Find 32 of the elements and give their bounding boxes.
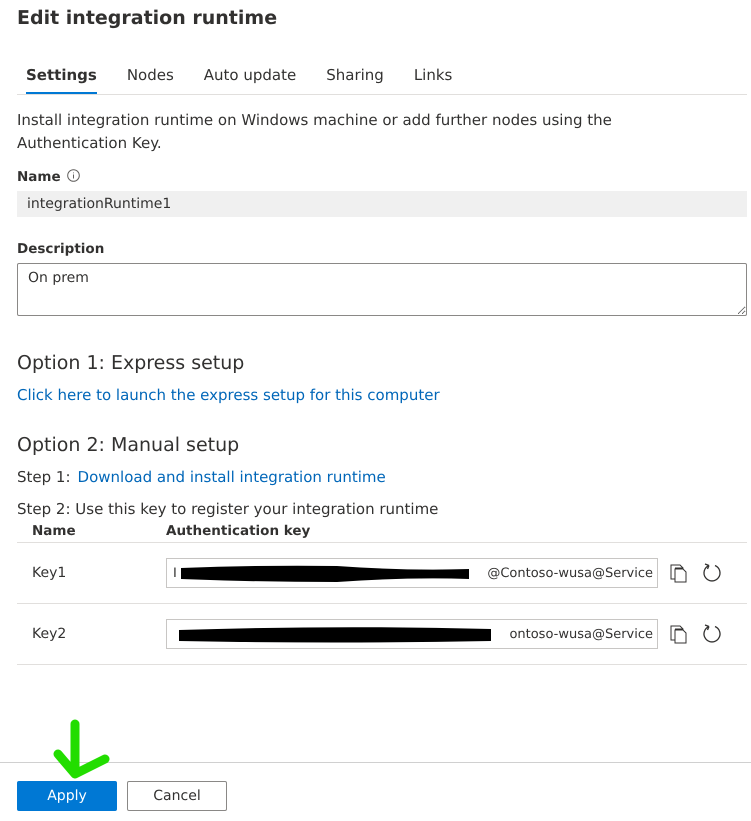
- info-icon: [66, 169, 80, 182]
- column-header: Authentication key: [166, 523, 312, 539]
- description-field[interactable]: On prem: [17, 263, 747, 316]
- cancel-button[interactable]: Cancel: [127, 781, 227, 811]
- tab[interactable]: Nodes: [126, 61, 174, 94]
- key-text: ontoso-wusa@Service: [509, 626, 653, 642]
- refresh-icon[interactable]: [702, 624, 722, 644]
- key-field[interactable]: I @Contoso-wusa@Service: [166, 558, 658, 588]
- key-name: Key1: [32, 565, 68, 581]
- tab[interactable]: Settings: [26, 61, 97, 94]
- refresh-icon[interactable]: [702, 563, 722, 583]
- tab[interactable]: Auto update: [204, 61, 296, 94]
- apply-button[interactable]: Apply: [17, 781, 117, 811]
- key-text: @Contoso-wusa@Service: [487, 566, 653, 580]
- key-field[interactable]: ontoso-wusa@Service: [166, 619, 658, 649]
- step-text: Step 2: Use this key to register your integration runtime: [17, 500, 438, 518]
- tab[interactable]: Links: [414, 61, 452, 94]
- section-heading: Option 1: Express setup: [17, 352, 246, 374]
- express-setup-link[interactable]: Click here to launch the express setup for this computer: [17, 386, 440, 404]
- column-header: Name: [32, 523, 77, 539]
- tab[interactable]: Sharing: [326, 61, 384, 94]
- key-name: Key2: [32, 626, 68, 642]
- dialog-title: Edit integration runtime: [17, 6, 278, 31]
- key-text: I: [173, 566, 177, 580]
- field-label: Name: [17, 169, 61, 185]
- step-label: Step 1:: [17, 468, 71, 486]
- copy-icon[interactable]: [670, 624, 688, 644]
- section-heading: Option 2: Manual setup: [17, 434, 240, 456]
- download-link[interactable]: Download and install integration runtime: [78, 468, 386, 486]
- intro-text: Install integration runtime on Windows machine or add further nodes using the Authentication Key.: [17, 110, 613, 154]
- field-label: Description: [17, 241, 104, 257]
- copy-icon[interactable]: [670, 563, 688, 583]
